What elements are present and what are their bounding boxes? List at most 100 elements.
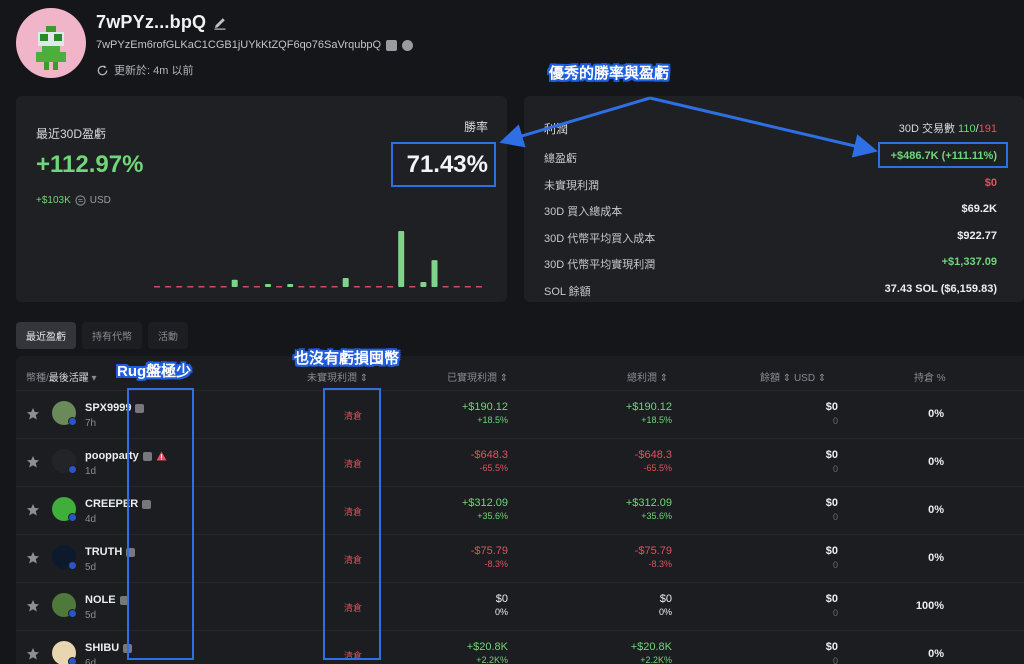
histogram-bar-loss <box>475 286 482 288</box>
total-amount: +$20.8K <box>630 641 672 653</box>
realized-amount: +$312.09 <box>461 497 508 509</box>
histogram-bar-loss <box>253 286 260 288</box>
tab-bar: 最近盈虧 持有代幣 活動 <box>16 322 188 349</box>
balance-usd: $0 <box>825 497 838 509</box>
realized-pnl: +$20.8K +2.2K% <box>446 641 508 664</box>
wallet-address: 7wPYzEm6rofGLKaC1CGB1jUYkKtZQF6qo76SaVrq… <box>96 39 382 51</box>
wallet-name: 7wPYz...bpQ <box>96 12 207 32</box>
row-unrealized: 未實現利潤 $0 <box>544 177 997 193</box>
token-symbol[interactable]: NOLE <box>85 594 116 606</box>
header-token-prefix: 幣種/ <box>26 373 49 384</box>
total-pnl: $0 0% <box>610 593 672 617</box>
histogram-bar-gain <box>420 281 427 287</box>
profit-row-label: 未實現利潤 <box>544 179 599 192</box>
realized-amount: +$190.12 <box>461 401 508 413</box>
star-icon[interactable] <box>26 407 40 421</box>
total-amount: +$312.09 <box>625 497 672 509</box>
token-name[interactable]: NOLE <box>85 594 129 606</box>
histogram-bar-loss <box>320 286 327 288</box>
histogram-bar-loss <box>187 286 194 288</box>
histogram-bar-loss <box>298 286 305 288</box>
pnl-card: 最近30D盈虧 +112.97% +$103K USD 勝率 71.43% <box>16 96 507 302</box>
balance: $0 0 <box>796 497 838 522</box>
star-icon[interactable] <box>26 599 40 613</box>
row-avg-buy-cost: 30D 代幣平均買入成本 $922.77 <box>544 230 997 246</box>
total-percent: +2.2K% <box>640 655 672 664</box>
token-last-active: 1d <box>85 466 97 477</box>
header-unrealized[interactable]: 未實現利潤 ⇕ <box>307 369 368 384</box>
total-pnl: -$648.3 -65.5% <box>610 449 672 473</box>
total-pnl: +$312.09 +35.6% <box>610 497 672 521</box>
histogram-bar-loss <box>154 286 160 288</box>
total-amount: +$190.12 <box>625 401 672 413</box>
token-symbol[interactable]: SPX9999 <box>85 402 131 414</box>
histogram-bar-gain <box>231 279 238 287</box>
total-amount: -$75.79 <box>634 545 672 557</box>
tab-holdings[interactable]: 持有代幣 <box>82 322 142 349</box>
profit-row-label: 總盈虧 <box>544 153 577 165</box>
realized-pnl: $0 0% <box>446 593 508 617</box>
balance-amount: 0 <box>832 560 838 570</box>
hold-percent: 0% <box>928 552 944 564</box>
chain-badge <box>68 609 77 618</box>
star-icon[interactable] <box>26 647 40 661</box>
balance-amount: 0 <box>832 512 838 522</box>
header-balance[interactable]: 餘額 ⇕ USD ⇕ <box>760 369 826 384</box>
refresh-icon[interactable] <box>96 64 109 77</box>
balance: $0 0 <box>796 545 838 570</box>
histogram-bar-gain <box>265 284 271 287</box>
header-unrealized-label: 未實現利潤 <box>307 373 357 384</box>
profit-row-value: $69.2K <box>961 203 997 215</box>
histogram-bar-loss <box>353 286 360 288</box>
token-name[interactable]: SHIBU <box>85 642 133 654</box>
explorer-icon[interactable] <box>402 39 414 51</box>
histogram-bar-loss <box>376 286 382 288</box>
profit-row-label: 30D 代幣平均實現利潤 <box>544 259 656 271</box>
histogram-bar-loss <box>165 286 172 288</box>
balance-usd: $0 <box>825 641 838 653</box>
profit-row-label: SOL 餘額 <box>544 285 591 298</box>
wallet-avatar <box>16 8 86 78</box>
total-pnl: +$190.12 +18.5% <box>610 401 672 425</box>
balance-amount: 0 <box>832 464 838 474</box>
realized-percent: -65.5% <box>479 463 508 473</box>
histogram-bar-loss <box>276 286 283 288</box>
token-symbol[interactable]: TRUTH <box>85 546 122 558</box>
balance-amount: 0 <box>832 608 838 618</box>
header-token-sort[interactable]: 最後活躍 <box>49 373 89 384</box>
total-pnl: +$20.8K +2.2K% <box>610 641 672 664</box>
token-last-active: 4d <box>85 514 97 525</box>
header-balance-label: 餘額 <box>760 373 780 384</box>
header-realized-label: 已實現利潤 <box>447 373 497 384</box>
total-percent: -65.5% <box>643 463 672 473</box>
star-icon[interactable] <box>26 455 40 469</box>
balance-amount: 0 <box>832 656 838 664</box>
header-hold-label: 持倉 % <box>914 373 946 384</box>
chain-badge <box>68 513 77 522</box>
token-symbol[interactable]: SHIBU <box>85 642 119 654</box>
tab-recent-pnl[interactable]: 最近盈虧 <box>16 322 76 349</box>
realized-percent: +18.5% <box>477 415 508 425</box>
hold-percent: 0% <box>928 648 944 660</box>
token-last-active: 5d <box>85 610 97 621</box>
chain-badge <box>68 561 77 570</box>
token-last-active: 6d <box>85 658 97 664</box>
pencil-icon[interactable] <box>212 15 228 31</box>
total-percent: 0% <box>658 607 672 617</box>
chain-badge <box>68 417 77 426</box>
chain-badge <box>68 465 77 474</box>
row-avg-realized: 30D 代幣平均實現利潤 +$1,337.09 <box>544 256 997 272</box>
total-amount: $0 <box>659 593 672 605</box>
histogram-bar-loss <box>409 286 416 288</box>
header-hold[interactable]: 持倉 % <box>914 369 946 384</box>
chain-badge <box>68 657 77 664</box>
header-token[interactable]: 幣種/最後活躍 ▾ <box>26 369 97 384</box>
histogram-bar-gain <box>342 278 349 287</box>
rug-highlight-box <box>127 388 194 660</box>
header-total[interactable]: 總利潤 ⇕ <box>627 369 668 384</box>
tab-activity[interactable]: 活動 <box>148 322 188 349</box>
star-icon[interactable] <box>26 503 40 517</box>
star-icon[interactable] <box>26 551 40 565</box>
copy-icon[interactable] <box>386 39 398 51</box>
header-realized[interactable]: 已實現利潤 ⇕ <box>447 369 508 384</box>
